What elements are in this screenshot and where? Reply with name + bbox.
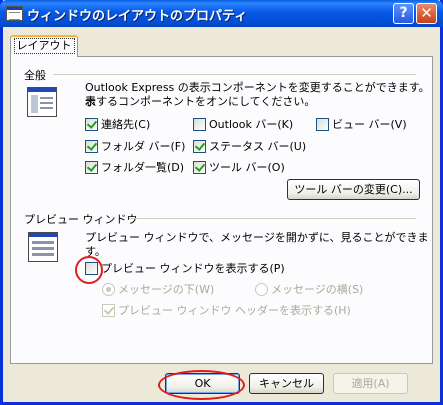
cancel-button[interactable]: キャンセル xyxy=(249,373,324,394)
status-bar-checkbox-box[interactable] xyxy=(193,140,206,153)
window-layout-icon xyxy=(27,87,57,117)
toolbar-checkbox-box[interactable] xyxy=(193,161,206,174)
customize-toolbar-button[interactable]: ツール バーの変更(C)... xyxy=(287,179,420,200)
tab-panel: 全般 Outlook Express の表示コンポーネントを変更することができま… xyxy=(10,56,433,364)
tab-layout[interactable]: レイアウト xyxy=(10,35,78,57)
show-preview-checkbox-box[interactable] xyxy=(85,262,98,275)
show-preview-checkbox-label: プレビュー ウィンドウを表示する(P) xyxy=(101,262,285,275)
close-button[interactable]: ✕ xyxy=(416,3,437,24)
below-messages-radio-label: メッセージの下(W) xyxy=(118,283,215,296)
preview-description: プレビュー ウィンドウで、メッセージを開かずに、見ることができます。 xyxy=(85,231,429,258)
folder-list-checkbox-label: フォルダ一覧(D) xyxy=(101,161,185,174)
preview-group-title: プレビュー ウィンドウ xyxy=(24,213,138,226)
folder-bar-checkbox-box[interactable] xyxy=(85,140,98,153)
preview-group-divider xyxy=(129,218,416,219)
outlook-bar-checkbox-box[interactable] xyxy=(193,118,206,131)
contacts-checkbox-box[interactable] xyxy=(85,118,98,131)
tab-layout-label: レイアウト xyxy=(13,38,75,54)
window-icon xyxy=(6,6,23,21)
basic-group-divider xyxy=(53,74,416,75)
title-bar[interactable]: ウィンドウのレイアウトのプロパティ ? ✕ xyxy=(0,0,443,27)
preview-pane-icon xyxy=(28,232,58,262)
beside-messages-radio-button xyxy=(255,283,268,296)
properties-dialog: ウィンドウのレイアウトのプロパティ ? ✕ レイアウト 全般 Outlook E… xyxy=(0,0,443,405)
preview-header-checkbox-box xyxy=(102,304,115,317)
outlook-bar-checkbox-label: Outlook バー(K) xyxy=(209,118,294,131)
window-title: ウィンドウのレイアウトのプロパティ xyxy=(27,9,248,24)
status-bar-checkbox-label: ステータス バー(U) xyxy=(209,140,307,153)
ok-button[interactable]: OK xyxy=(165,373,240,394)
folder-bar-checkbox-label: フォルダ バー(F) xyxy=(101,140,186,153)
views-bar-checkbox-box[interactable] xyxy=(316,118,329,131)
contacts-checkbox-label: 連絡先(C) xyxy=(101,118,151,131)
below-messages-radio-button xyxy=(102,283,115,296)
basic-description-line2: 示するコンポーネントをオンにしてください。 xyxy=(85,95,316,108)
preview-header-checkbox-label: プレビュー ウィンドウ ヘッダーを表示する(H) xyxy=(118,304,351,317)
toolbar-checkbox-label: ツール バー(O) xyxy=(209,161,285,174)
basic-group-title: 全般 xyxy=(24,69,46,82)
apply-button: 適用(A) xyxy=(333,373,408,394)
beside-messages-radio-label: メッセージの横(S) xyxy=(271,283,364,296)
views-bar-checkbox-label: ビュー バー(V) xyxy=(332,118,407,131)
folder-list-checkbox-box[interactable] xyxy=(85,161,98,174)
help-button[interactable]: ? xyxy=(393,3,414,24)
